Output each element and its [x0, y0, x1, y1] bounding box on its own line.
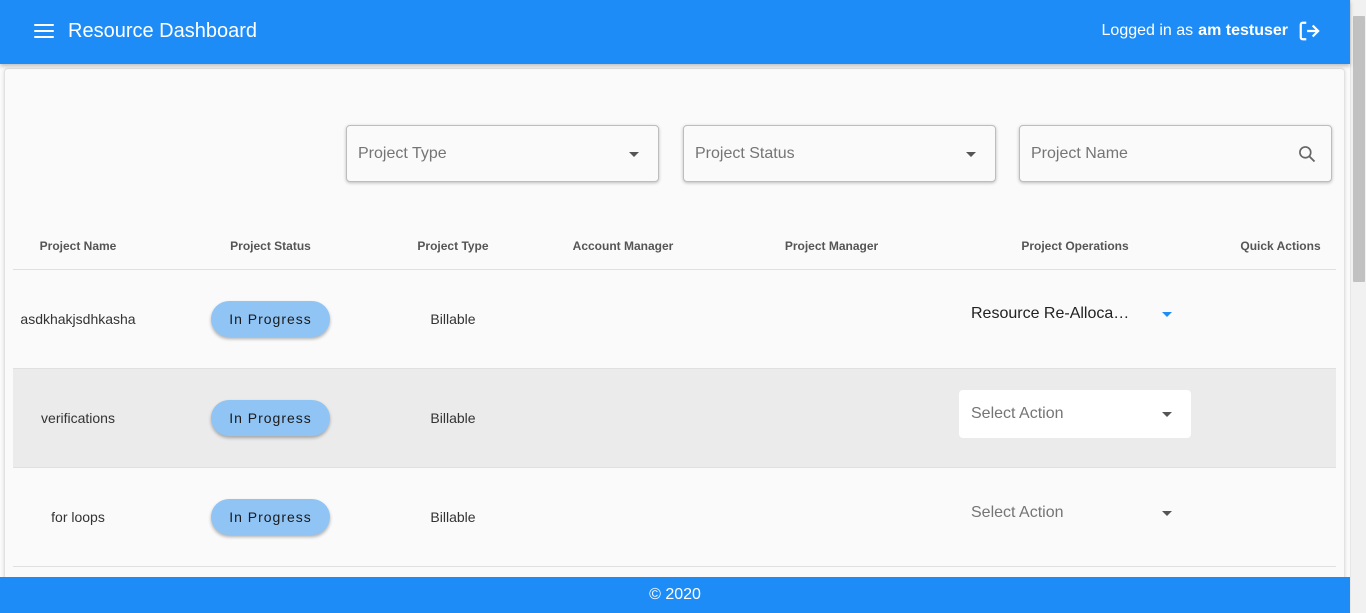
operation-value: Select Action: [971, 404, 1064, 422]
status-badge[interactable]: In Progress: [211, 300, 330, 337]
account-manager-cell: [508, 269, 738, 369]
project-type-cell: Billable: [398, 368, 508, 468]
account-manager-cell: [508, 467, 738, 567]
app-bar: Resource Dashboard Logged in as am testu…: [0, 0, 1350, 64]
project-status-placeholder: Project Status: [695, 145, 795, 162]
column-header[interactable]: Project Name: [13, 223, 143, 270]
chevron-down-icon: [966, 152, 976, 157]
login-prefix: Logged in as: [1101, 22, 1194, 39]
project-status-cell: In Progress: [143, 269, 398, 369]
quick-actions-cell: [1225, 467, 1336, 567]
project-operations-cell: Select Action: [925, 467, 1225, 567]
dashboard-card: Project Type Project Status Project Name…: [4, 68, 1345, 588]
chevron-down-icon: [1162, 311, 1172, 317]
project-type-cell: Billable: [398, 467, 508, 567]
column-header[interactable]: Project Type: [398, 223, 508, 270]
operation-select[interactable]: Select Action: [959, 389, 1191, 438]
project-status-select[interactable]: Project Status: [683, 125, 996, 182]
column-header[interactable]: Quick Actions: [1225, 223, 1336, 270]
project-name-cell: for loops: [13, 467, 143, 567]
operation-value: Select Action: [971, 503, 1064, 521]
project-name-search[interactable]: Project Name: [1019, 125, 1332, 182]
project-operations-cell: Resource Re-Allocation: [925, 269, 1225, 369]
username: am testuser: [1198, 22, 1288, 39]
chevron-down-icon: [629, 152, 639, 157]
project-type-select[interactable]: Project Type: [346, 125, 659, 182]
footer: © 2020: [0, 577, 1350, 613]
logout-icon[interactable]: [1298, 20, 1320, 42]
menu-icon[interactable]: [34, 24, 54, 40]
project-manager-cell: [738, 467, 925, 567]
operation-select[interactable]: Resource Re-Allocation: [959, 290, 1191, 338]
project-operations-cell: Select Action: [925, 368, 1225, 468]
project-manager-cell: [738, 269, 925, 369]
status-badge[interactable]: In Progress: [211, 498, 330, 535]
operation-select[interactable]: Select Action: [959, 489, 1191, 537]
project-name-cell: asdkhakjsdhkasha: [13, 269, 143, 369]
project-status-cell: In Progress: [143, 368, 398, 468]
account-manager-cell: [508, 368, 738, 468]
chevron-down-icon: [1162, 411, 1172, 417]
project-type-cell: Billable: [398, 269, 508, 369]
project-name-cell: verifications: [13, 368, 143, 468]
column-header[interactable]: Project Manager: [738, 223, 925, 270]
table-row[interactable]: for loops In Progress Billable Select Ac…: [13, 467, 1336, 567]
operation-value: Resource Re-Allocation: [971, 304, 1131, 322]
chevron-down-icon: [1162, 510, 1172, 516]
login-info: Logged in as am testuser: [1102, 20, 1320, 42]
app-title: Resource Dashboard: [68, 20, 257, 42]
project-manager-cell: [738, 368, 925, 468]
column-header[interactable]: Account Manager: [508, 223, 738, 270]
table-row[interactable]: asdkhakjsdhkasha In Progress Billable Re…: [13, 269, 1336, 369]
project-status-cell: In Progress: [143, 467, 398, 567]
project-name-placeholder: Project Name: [1031, 145, 1128, 162]
column-header[interactable]: Project Status: [143, 223, 398, 270]
projects-table: Project Name Project Status Project Type…: [13, 223, 1336, 567]
scrollbar-thumb[interactable]: [1353, 16, 1365, 282]
table-header-row: Project Name Project Status Project Type…: [13, 223, 1336, 270]
status-badge[interactable]: In Progress: [211, 399, 330, 436]
page-scrollbar[interactable]: [1350, 0, 1366, 613]
table-row[interactable]: verifications In Progress Billable Selec…: [13, 368, 1336, 468]
quick-actions-cell: [1225, 368, 1336, 468]
project-type-placeholder: Project Type: [358, 145, 447, 162]
column-header[interactable]: Project Operations: [925, 223, 1225, 270]
search-icon[interactable]: [1297, 144, 1317, 164]
quick-actions-cell: [1225, 269, 1336, 369]
